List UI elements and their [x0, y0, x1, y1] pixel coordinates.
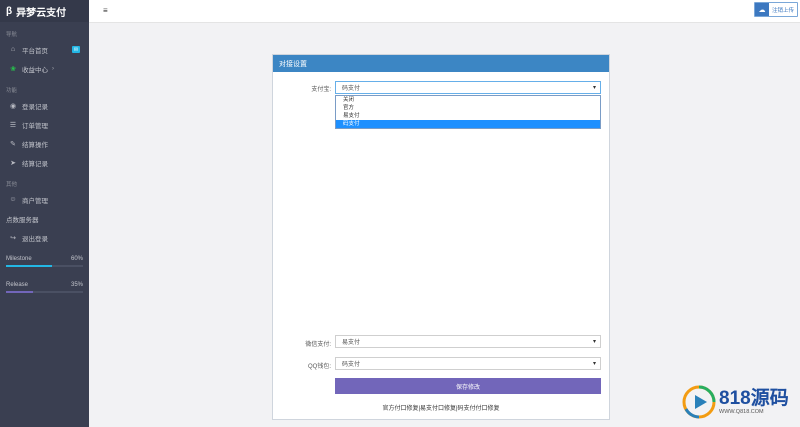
brand-title: 异梦云支付 — [16, 7, 67, 19]
progress-label: Milestone — [6, 256, 32, 262]
sidebar-item-login-records[interactable]: ◉ 登录记录 — [0, 96, 89, 115]
cart-icon: ☰ — [9, 121, 17, 129]
settings-panel: 对接设置 支付宝: 码支付 ▾ 关闭 官方 易支付 码支付 微信支付: 易支付 … — [272, 54, 610, 420]
qq-label: QQ钱包: — [307, 364, 331, 370]
sidebar-item-settle-ops[interactable]: ✎ 结算操作 — [0, 134, 89, 153]
progress-value: 35% — [70, 282, 83, 288]
alipay-dropdown: 关闭 官方 易支付 码支付 — [335, 95, 601, 129]
sidebar-item-label: 商户管理 — [22, 197, 48, 205]
sidebar-item-server[interactable]: 点数服务器 — [0, 209, 89, 228]
dropdown-option[interactable]: 官方 — [336, 104, 600, 112]
chevron-right-icon: › — [52, 65, 54, 72]
sidebar-item-label: 结算记录 — [22, 160, 48, 168]
wechat-label: 微信支付: — [305, 342, 331, 348]
chevron-down-icon: ▾ — [592, 339, 596, 345]
progress-track — [6, 265, 83, 267]
progress-row-release: Release 35% — [6, 279, 83, 291]
section-title-nav: 导航 — [6, 32, 18, 38]
chevron-down-icon: ▾ — [592, 361, 596, 367]
sidebar-item-label: 订单管理 — [22, 122, 48, 130]
watermark-url: WWW.Q818.COM — [719, 409, 764, 415]
progress-fill-milestone — [6, 265, 53, 267]
dropdown-option[interactable]: 关闭 — [336, 96, 600, 104]
qq-select[interactable]: 码支付 ▾ — [335, 357, 601, 370]
sidebar-item-label: 退出登录 — [22, 235, 48, 243]
upload-button-label: 注销上传 — [772, 7, 795, 14]
progress-row-milestone: Milestone 60% — [6, 253, 83, 265]
panel-title: 对接设置 — [273, 55, 609, 72]
sidebar-item-revenue[interactable]: ❀ 收益中心 › — [0, 59, 89, 78]
upload-button[interactable]: ☁ 注销上传 — [754, 2, 798, 17]
alipay-select[interactable]: 码支付 ▾ — [335, 81, 601, 94]
progress-label: Release — [6, 282, 29, 288]
progress-block: Milestone 60% Release 35% — [0, 253, 89, 293]
alipay-select-value: 码支付 — [342, 86, 361, 92]
sidebar-item-orders[interactable]: ☰ 订单管理 — [0, 115, 89, 134]
sidebar-item-home[interactable]: ⌂ 平台首页 ✉ — [0, 40, 89, 59]
send-icon: ➤ — [10, 159, 16, 167]
cloud-icon: ☁ — [755, 3, 769, 16]
sidebar-item-label: 结算操作 — [22, 141, 48, 149]
dropdown-option[interactable]: 易支付 — [336, 112, 600, 120]
mail-badge: ✉ — [72, 46, 80, 53]
sidebar: β 异梦云支付 导航 ⌂ 平台首页 ✉ ❀ 收益中心 › 功能 ◉ 登录记录 ☰… — [0, 0, 89, 427]
sidebar-item-merchants[interactable]: ☺ 商户管理 — [0, 190, 89, 209]
watermark-text: 818源码 WWW.Q818.COM — [719, 388, 789, 416]
dropdown-option[interactable]: 码支付 — [336, 120, 600, 128]
progress-track — [6, 291, 83, 293]
section-title-other: 其他 — [6, 182, 18, 188]
save-button[interactable]: 保存修改 — [335, 378, 601, 394]
home-icon: ⌂ — [10, 46, 16, 53]
wechat-select-value: 易支付 — [342, 340, 361, 346]
wechat-select[interactable]: 易支付 ▾ — [335, 335, 601, 348]
brand-logo-icon: β — [6, 5, 13, 17]
progress-fill-release — [6, 291, 33, 293]
logout-icon: ↪ — [10, 234, 16, 242]
watermark: 818源码 WWW.Q818.COM — [682, 383, 798, 421]
user-icon: ☺ — [9, 196, 17, 203]
topbar: ≡ ☁ 注销上传 — [89, 0, 800, 23]
qq-select-value: 码支付 — [342, 362, 361, 368]
alipay-label: 支付宝: — [311, 87, 331, 93]
camera-icon: ◉ — [9, 102, 17, 110]
edit-icon: ✎ — [10, 140, 16, 148]
menu-icon[interactable]: ≡ — [103, 6, 108, 15]
chevron-down-icon: ▾ — [592, 85, 596, 91]
leaf-icon: ❀ — [10, 65, 16, 73]
footnote: 官方付口修复|易支付口修复|码支付付口修复 — [382, 406, 500, 412]
section-title-functions: 功能 — [6, 88, 18, 94]
brand[interactable]: β 异梦云支付 — [0, 0, 89, 22]
watermark-brand: 818源码 — [719, 388, 789, 409]
sidebar-item-label: 收益中心 — [22, 66, 48, 74]
sidebar-item-label: 平台首页 — [22, 47, 48, 55]
progress-value: 60% — [70, 256, 83, 262]
play-logo-icon — [682, 385, 716, 419]
sidebar-item-label: 登录记录 — [22, 103, 48, 111]
sidebar-item-settle-records[interactable]: ➤ 结算记录 — [0, 153, 89, 172]
sidebar-item-logout[interactable]: ↪ 退出登录 — [0, 228, 89, 247]
